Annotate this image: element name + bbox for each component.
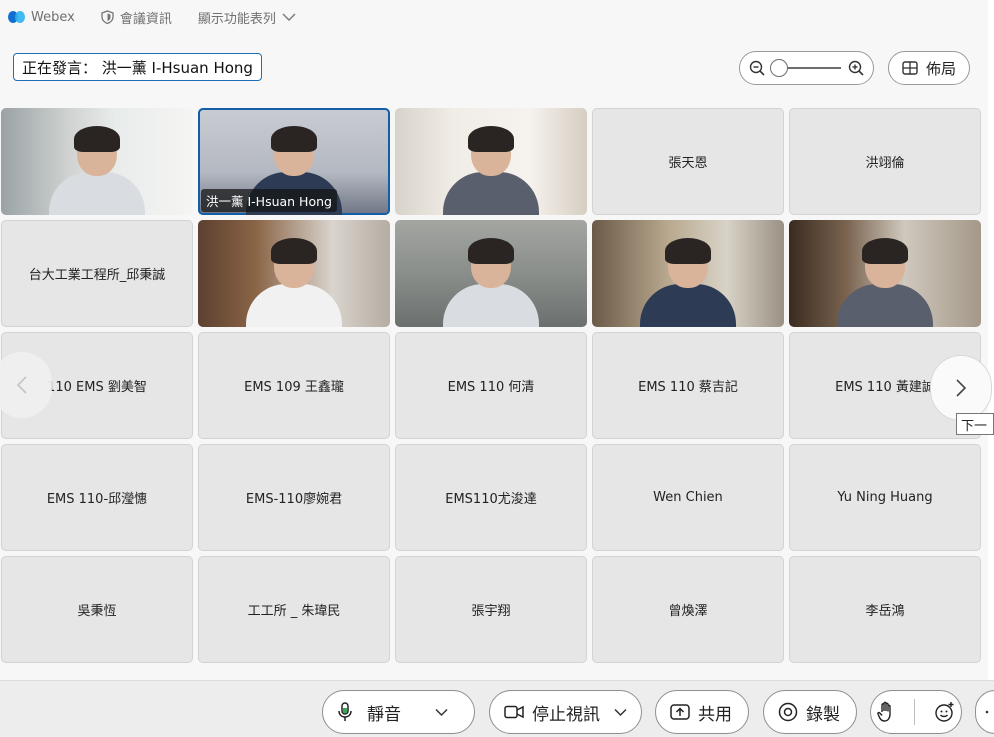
chevron-down-icon[interactable] [435,708,448,717]
participant-video [443,238,539,327]
shield-icon [101,10,114,24]
participant-name: 吳秉恆 [77,604,117,619]
participant-tile[interactable]: 吳秉恆 [1,556,193,663]
participant-tile[interactable]: EMS 109 王鑫瓏 [198,332,390,439]
participant-tile[interactable]: EMS 110 何清 [395,332,587,439]
record-button[interactable]: 錄製 [763,690,857,734]
zoom-slider-thumb[interactable] [770,59,788,77]
share-screen-icon [670,704,690,720]
participant-video [246,238,342,327]
participant-name: Yu Ning Huang [837,490,933,505]
participant-name: 曾煥澤 [668,604,708,619]
share-label: 共用 [698,704,732,725]
participant-tile[interactable]: Yu Ning Huang [789,444,981,551]
participant-tile[interactable]: 台大工業工程所_邱秉誠 [1,220,193,327]
webex-app-menu[interactable]: Webex [8,10,75,25]
participant-name: 李岳鴻 [865,604,905,619]
participant-name: EMS 110 蔡吉記 [638,380,738,395]
participant-name-caption: 洪一薰 I-Hsuan Hong [201,189,337,212]
zoom-in-button[interactable] [847,59,865,77]
chevron-left-icon [16,376,27,394]
mute-button[interactable]: 靜音 [322,690,475,734]
participant-tile[interactable]: EMS 110 蔡吉記 [592,332,784,439]
participant-video [640,238,736,327]
app-name: Webex [31,9,75,25]
meeting-info-label: 會議資訊 [119,11,172,27]
participant-video-tile[interactable] [395,108,587,215]
participant-tile[interactable]: 工工所 _ 朱瑋民 [198,556,390,663]
stop-video-button[interactable]: 停止視訊 [489,690,642,734]
mute-label: 靜音 [367,704,401,725]
participant-tile[interactable]: EMS 110-邱瀅憓 [1,444,193,551]
participant-video-tile[interactable] [789,220,981,327]
participant-video [49,126,145,215]
chevron-right-icon [956,379,967,397]
raise-hand-icon [876,701,891,722]
participant-name: EMS-110廖婉君 [245,492,343,507]
zoom-out-button[interactable] [748,59,766,77]
webex-logo-icon [8,11,25,23]
active-speaker-label: 正在發言： 洪一薰 I-Hsuan Hong [13,53,262,81]
zoom-out-icon [749,60,765,76]
microphone-icon [338,702,352,721]
window-edge [988,0,994,680]
participant-video-tile[interactable]: 洪一薰 I-Hsuan Hong [198,108,390,215]
participant-video [443,126,539,215]
participant-video-tile[interactable] [1,108,193,215]
grid-layout-icon [902,61,918,75]
record-label: 錄製 [806,704,840,725]
reactions-group [870,690,962,734]
meeting-controls-bar: 靜音 停止視訊 共用 錄製 [0,680,994,737]
zoom-control [739,51,874,85]
camera-icon [504,705,524,719]
top-menu-bar: Webex 會議資訊 顯示功能表列 [0,0,994,34]
participant-grid: 洪一薰 I-Hsuan Hong 張天恩 洪翊倫台大工業工程所_邱秉誠 110 EMS… [1,108,987,663]
participant-name: 張宇翔 [471,604,511,619]
more-icon [985,710,989,714]
share-button[interactable]: 共用 [655,690,749,734]
show-menu-bar-toggle[interactable]: 顯示功能表列 [198,8,296,27]
participant-tile[interactable]: 曾煥澤 [592,556,784,663]
zoom-slider[interactable] [770,59,841,77]
chevron-down-icon[interactable] [614,708,627,717]
participant-tile[interactable]: 洪翊倫 [789,108,981,215]
reaction-button[interactable] [934,701,956,723]
show-menu-label: 顯示功能表列 [197,11,276,27]
participant-name: EMS110尤浚達 [445,492,537,507]
participant-tile[interactable]: Wen Chien [592,444,784,551]
participant-name: EMS 109 王鑫瓏 [244,380,344,395]
participant-name: EMS 110 何清 [447,380,535,395]
participant-tile[interactable]: 李岳鴻 [789,556,981,663]
participant-name: 台大工業工程所_邱秉誠 [28,268,166,283]
layout-label: 佈局 [925,59,956,78]
next-page-button[interactable] [930,355,992,421]
participant-name: Wen Chien [653,490,723,505]
layout-button[interactable]: 佈局 [888,51,970,85]
participant-video-tile[interactable] [198,220,390,327]
participant-tile[interactable]: 張宇翔 [395,556,587,663]
chevron-down-icon [282,13,296,21]
participant-name: 工工所 _ 朱瑋民 [247,604,341,619]
participant-tile[interactable]: 張天恩 [592,108,784,215]
divider [913,699,915,725]
participant-video-tile[interactable] [592,220,784,327]
participant-name: 洪翊倫 [865,156,905,171]
participant-video-tile[interactable] [395,220,587,327]
previous-page-button[interactable] [0,352,52,418]
participant-video [837,238,933,327]
stop-video-label: 停止視訊 [532,704,600,725]
participant-name: 張天恩 [668,156,708,171]
meeting-info-menu[interactable]: 會議資訊 [101,8,172,27]
smiley-add-icon [934,702,953,722]
participant-tile[interactable]: EMS-110廖婉君 [198,444,390,551]
raise-hand-button[interactable] [876,701,895,723]
participant-name: EMS 110 黃建誠 [835,380,935,395]
more-options-button[interactable] [975,690,994,734]
participant-tile[interactable]: EMS110尤浚達 [395,444,587,551]
zoom-in-icon [848,60,864,76]
record-icon [778,702,798,722]
next-page-tooltip: 下一 [956,413,994,435]
participant-name: 110 EMS 劉美智 [47,380,147,395]
participant-name: EMS 110-邱瀅憓 [46,492,148,507]
